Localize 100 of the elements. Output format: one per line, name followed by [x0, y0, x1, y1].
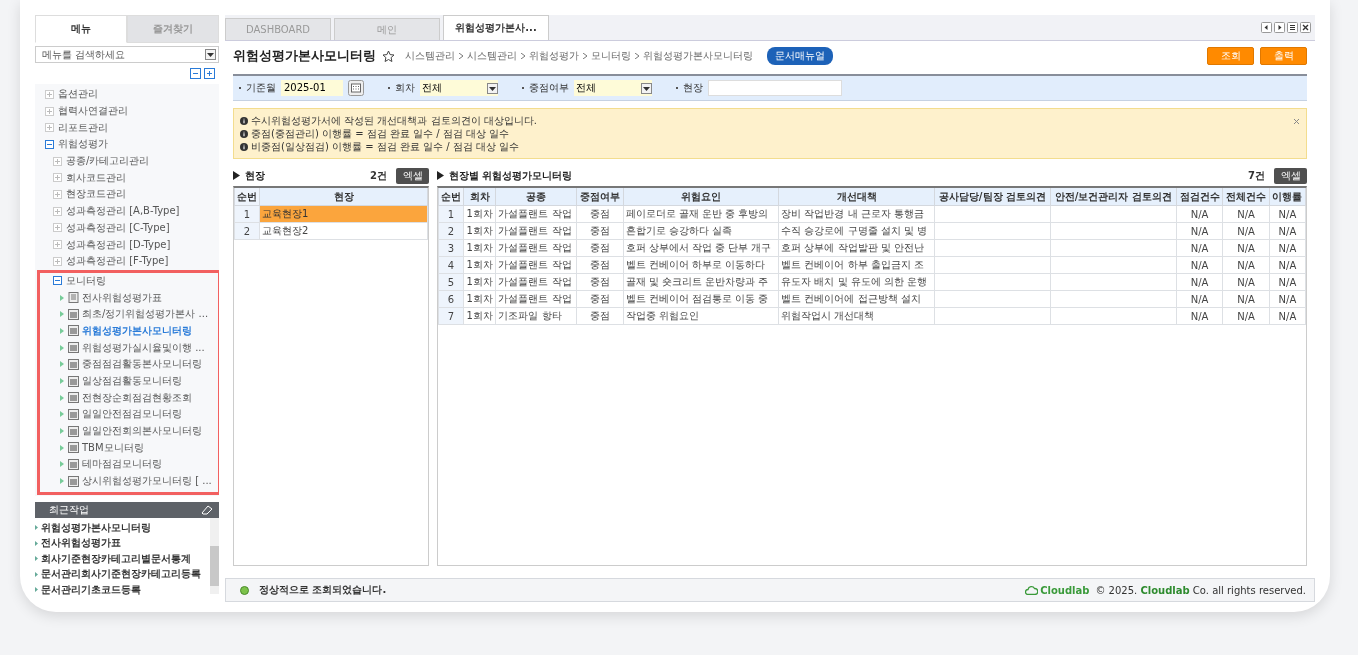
- select-field[interactable]: 전체: [420, 80, 498, 96]
- breadcrumb-item[interactable]: 시스템관리: [405, 49, 455, 63]
- excel-button[interactable]: 엑셀: [396, 167, 429, 184]
- table-cell: 중점: [576, 273, 624, 291]
- chevron-icon: [35, 540, 38, 546]
- sidebar-tab[interactable]: 메뉴: [35, 15, 127, 43]
- table-cell: N/A: [1222, 205, 1270, 223]
- chevron-icon: [60, 461, 64, 468]
- menu-item[interactable]: 테마점검모니터링: [82, 457, 162, 472]
- breadcrumb-item[interactable]: 시스템관리: [467, 49, 517, 63]
- menu-item[interactable]: 성과측정관리 [A,B-Type]: [66, 204, 180, 219]
- menu-item[interactable]: 전현장순회점검현황조회: [82, 390, 192, 405]
- menu-item[interactable]: 위험성평가: [58, 137, 108, 152]
- table-cell: 1회차: [463, 256, 496, 274]
- menu-item[interactable]: 위험성평가실시율및이행 ...: [82, 340, 205, 355]
- calendar-icon[interactable]: [348, 80, 364, 96]
- dropdown-icon[interactable]: [205, 49, 216, 60]
- table-cell: 혼합기로 승강하다 실족: [623, 222, 779, 240]
- menu-icon[interactable]: [1287, 22, 1298, 33]
- table-cell: N/A: [1222, 290, 1270, 308]
- breadcrumb-separator-icon: [459, 53, 463, 59]
- window-icon: [68, 325, 79, 337]
- table-cell: 중점: [576, 222, 624, 240]
- dropdown-icon[interactable]: [641, 82, 652, 94]
- menu-item[interactable]: 일일안전점검모니터링: [82, 407, 182, 422]
- recent-item[interactable]: 회사기준현장카테고리별문서통계: [41, 551, 191, 566]
- recent-item[interactable]: 위험성평가본사모니터링: [41, 520, 151, 535]
- section-title: 현장: [245, 168, 265, 183]
- table-cell: N/A: [1269, 222, 1306, 240]
- text-field[interactable]: [708, 80, 842, 96]
- breadcrumb-item[interactable]: 모니터링: [591, 49, 631, 63]
- breadcrumb-item[interactable]: 위험성평가: [529, 49, 579, 63]
- menu-item[interactable]: 상시위험성평가모니터링 [ ...: [82, 474, 212, 489]
- star-icon[interactable]: [382, 49, 395, 63]
- close-icon[interactable]: [1300, 22, 1311, 33]
- menu-item[interactable]: 전사위험성평가표: [82, 290, 162, 305]
- table-cell: 장비 작업반경 내 근로자 통행금: [778, 205, 935, 223]
- menu-item[interactable]: 공종/카테고리관리: [66, 154, 150, 169]
- menu-item[interactable]: 모니터링: [66, 273, 106, 288]
- menu-item[interactable]: 리포트관리: [58, 120, 108, 135]
- menu-item[interactable]: 중점점검활동본사모니터링: [82, 357, 202, 372]
- column-header[interactable]: 개선대책: [778, 188, 935, 206]
- column-header[interactable]: 점검건수: [1176, 188, 1223, 206]
- table-cell: N/A: [1222, 307, 1270, 325]
- column-header[interactable]: 순번: [438, 188, 464, 206]
- page-tab[interactable]: 위험성평가본사...: [443, 15, 549, 40]
- collapse-all-icon[interactable]: [190, 68, 201, 79]
- table-cell: 골재 및 숏크리트 운반차량과 주: [623, 273, 779, 291]
- recent-item[interactable]: 문서관리회사기준현장카테고리등록: [41, 567, 201, 582]
- menu-item[interactable]: 성과측정관리 [C-Type]: [66, 220, 170, 235]
- column-header[interactable]: 안전/보건관리자 검토의견: [1050, 188, 1177, 206]
- column-header[interactable]: 위험요인: [623, 188, 779, 206]
- menu-item[interactable]: 일상점검활동모니터링: [82, 374, 182, 389]
- excel-button[interactable]: 엑셀: [1274, 167, 1307, 184]
- menu-item[interactable]: 협력사연결관리: [58, 104, 128, 119]
- eraser-icon[interactable]: [201, 505, 213, 515]
- column-header[interactable]: 전체건수: [1222, 188, 1270, 206]
- recent-item[interactable]: 문서관리기초코드등록: [41, 582, 141, 597]
- menu-item[interactable]: 성과측정관리 [F-Type]: [66, 254, 169, 269]
- table-cell: 가설플랜트 작업: [495, 222, 577, 240]
- column-header[interactable]: 순번: [234, 188, 260, 206]
- table-cell: 1회차: [463, 205, 496, 223]
- column-header[interactable]: 공사담당/팀장 검토의견: [934, 188, 1051, 206]
- table-cell: 가설플랜트 작업: [495, 273, 577, 291]
- menu-item[interactable]: 옵션관리: [58, 87, 98, 102]
- recent-title: 최근작업: [49, 503, 89, 517]
- table-cell[interactable]: 교육현장2: [259, 222, 428, 240]
- notice-text: 비중점(일상점검) 이행률 = 점검 완료 일수 / 점검 대상 일수: [251, 139, 520, 154]
- window-icon: [68, 308, 79, 320]
- breadcrumb-separator-icon: [521, 53, 525, 59]
- menu-item[interactable]: 일일안전회의본사모니터링: [82, 424, 202, 439]
- column-header[interactable]: 공종: [495, 188, 577, 206]
- triangle-icon: [233, 171, 240, 180]
- column-header[interactable]: 이행률: [1269, 188, 1306, 206]
- window-icon: [68, 375, 79, 387]
- next-tab-icon[interactable]: [1274, 22, 1285, 33]
- menu-item[interactable]: 현장코드관리: [66, 187, 126, 202]
- dropdown-icon[interactable]: [487, 82, 498, 94]
- manual-button[interactable]: 문서매뉴얼: [767, 47, 833, 65]
- expand-all-icon[interactable]: [204, 68, 215, 79]
- menu-item[interactable]: TBM모니터링: [82, 440, 144, 455]
- scrollbar[interactable]: [210, 518, 219, 594]
- collapse-icon[interactable]: [45, 139, 54, 149]
- menu-item[interactable]: 최초/정기위험성평가본사 ...: [82, 307, 209, 322]
- breadcrumb-item[interactable]: 위험성평가본사모니터링: [643, 49, 753, 63]
- window-icon: [68, 408, 79, 420]
- select-field[interactable]: 전체: [574, 80, 652, 96]
- column-header[interactable]: 회차: [463, 188, 496, 206]
- filter-label: 중점여부: [529, 81, 569, 95]
- column-header[interactable]: 현장: [259, 188, 428, 206]
- previous-tab-icon[interactable]: [1261, 22, 1272, 33]
- menu-item[interactable]: 회사코드관리: [66, 170, 126, 185]
- column-header[interactable]: 중점여부: [576, 188, 624, 206]
- month-field[interactable]: 2025-01: [281, 80, 343, 96]
- table-cell: 가설플랜트 작업: [495, 256, 577, 274]
- menu-item[interactable]: 위험성평가본사모니터링: [82, 323, 192, 338]
- menu-search-field[interactable]: 메뉴를 검색하세요: [35, 46, 219, 63]
- menu-item[interactable]: 성과측정관리 [D-Type]: [66, 237, 171, 252]
- collapse-icon[interactable]: [53, 276, 62, 286]
- recent-item[interactable]: 전사위험성평가표: [41, 536, 121, 551]
